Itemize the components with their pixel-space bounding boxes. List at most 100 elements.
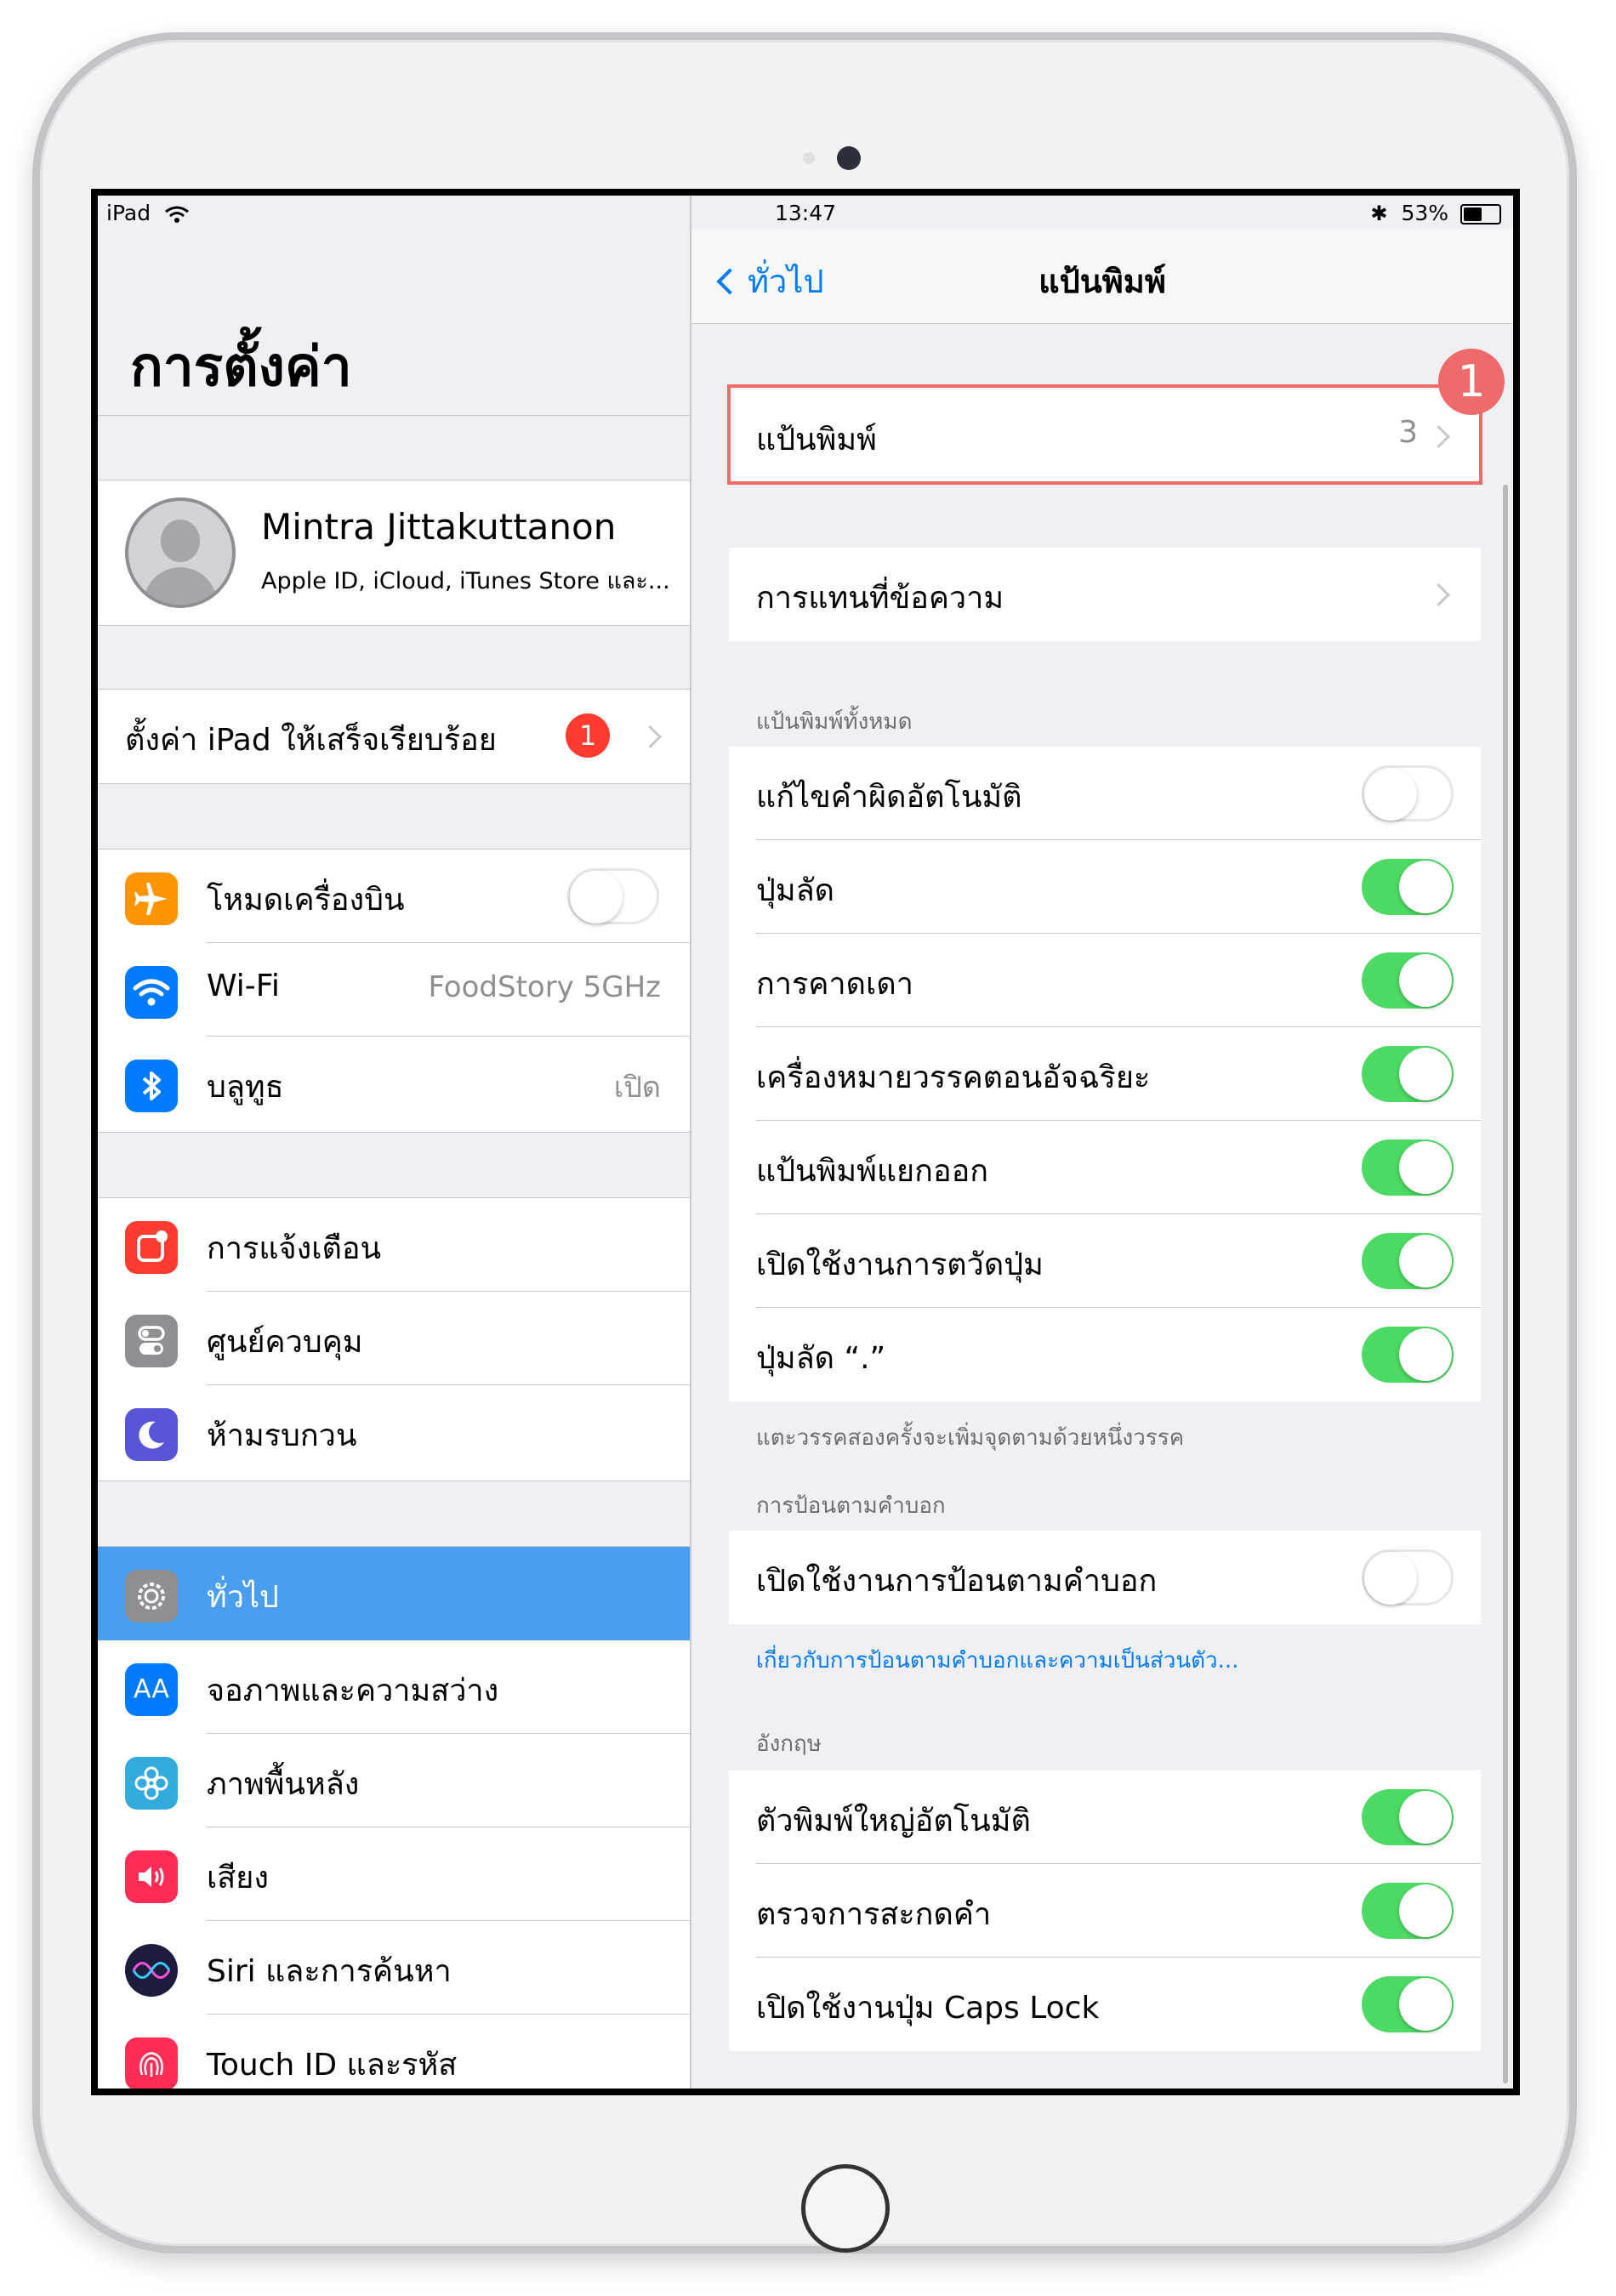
english-group: ตัวพิมพ์ใหญ่อัตโนมัติ ตรวจการสะกดคำ เปิด… bbox=[729, 1770, 1481, 2051]
sidebar-item-label: Siri และการค้นหา bbox=[207, 1954, 452, 1989]
sidebar-item-label: Touch ID และรหัส bbox=[207, 2048, 458, 2083]
sidebar-item-label: จอภาพและความสว่าง bbox=[207, 1674, 499, 1708]
profile-name: Mintra Jittakuttanon bbox=[261, 506, 617, 548]
sidebar-item-notifications[interactable]: การแจ้งเตือน bbox=[98, 1198, 690, 1292]
settings-sidebar: การตั้งค่า Mintra Jittakuttanon Apple ID… bbox=[98, 196, 690, 2089]
sidebar-item-label: Wi-Fi bbox=[207, 969, 280, 1003]
sidebar-item-control-center[interactable]: ศูนย์ควบคุม bbox=[98, 1292, 690, 1385]
sidebar-item-label: ภาพพื้นหลัง bbox=[207, 1767, 360, 1802]
front-camera bbox=[837, 146, 861, 170]
auto-correction-toggle[interactable] bbox=[1362, 765, 1454, 821]
period-shortcut-row: ปุ่มลัด “.” bbox=[729, 1308, 1481, 1401]
status-time: 13:47 bbox=[774, 201, 837, 225]
split-keyboard-row: แป้นพิมพ์แยกออก bbox=[729, 1121, 1481, 1214]
auto-capitalization-toggle[interactable] bbox=[1362, 1789, 1454, 1845]
setting-label: แป้นพิมพ์แยกออก bbox=[756, 1154, 988, 1189]
auto-capitalization-row: ตัวพิมพ์ใหญ่อัตโนมัติ bbox=[729, 1770, 1481, 1864]
check-spelling-toggle[interactable] bbox=[1362, 1883, 1454, 1939]
setting-label: ตรวจการสะกดคำ bbox=[756, 1897, 992, 1932]
moon-icon bbox=[125, 1408, 178, 1461]
home-button[interactable] bbox=[801, 2164, 890, 2253]
profile-row[interactable]: Mintra Jittakuttanon Apple ID, iCloud, i… bbox=[98, 480, 690, 626]
sidebar-item-general[interactable]: ทั่วไป bbox=[98, 1547, 690, 1640]
status-right: ✱ 53% bbox=[1370, 201, 1501, 225]
bluetooth-icon bbox=[125, 1060, 178, 1112]
airplane-mode-toggle[interactable] bbox=[567, 868, 659, 924]
screen: การตั้งค่า Mintra Jittakuttanon Apple ID… bbox=[91, 189, 1520, 2095]
fingerprint-icon bbox=[125, 2037, 178, 2089]
predictive-toggle[interactable] bbox=[1362, 952, 1454, 1009]
shortcuts-toggle[interactable] bbox=[1362, 859, 1454, 915]
sidebar-item-label: เสียง bbox=[207, 1861, 269, 1895]
battery-level-fill bbox=[1464, 207, 1482, 221]
shortcuts-row: ปุ่มลัด bbox=[729, 840, 1481, 934]
smart-punctuation-row: เครื่องหมายวรรคตอนอัจฉริยะ bbox=[729, 1027, 1481, 1121]
general-group: ทั่วไป AA จอภาพและความสว่าง ภาพพื้นหลัง bbox=[98, 1546, 690, 2089]
all-keyboards-header: แป้นพิมพ์ทั้งหมด bbox=[756, 709, 913, 735]
avatar bbox=[125, 497, 236, 608]
sidebar-item-wallpaper[interactable]: ภาพพื้นหลัง bbox=[98, 1734, 690, 1827]
period-shortcut-toggle[interactable] bbox=[1362, 1327, 1454, 1383]
setting-label: ปุ่มลัด bbox=[756, 873, 835, 908]
caps-lock-toggle[interactable] bbox=[1362, 1976, 1454, 2032]
sidebar-item-sounds[interactable]: เสียง bbox=[98, 1827, 690, 1921]
split-keyboard-toggle[interactable] bbox=[1362, 1139, 1454, 1196]
navigation-bar: ทั่วไป แป้นพิมพ์ bbox=[691, 230, 1513, 324]
sidebar-item-siri[interactable]: Siri และการค้นหา bbox=[98, 1921, 690, 2015]
key-flicks-row: เปิดใช้งานการตวัดปุ่ม bbox=[729, 1214, 1481, 1308]
control-center-icon bbox=[125, 1315, 178, 1367]
setup-label: ตั้งค่า iPad ให้เสร็จเรียบร้อย bbox=[125, 723, 497, 758]
profile-subtitle: Apple ID, iCloud, iTunes Store และ... bbox=[261, 568, 670, 594]
display-icon: AA bbox=[125, 1663, 178, 1716]
setting-label: แก้ไขคำผิดอัตโนมัติ bbox=[756, 780, 1022, 815]
predictive-row: การคาดเดา bbox=[729, 934, 1481, 1027]
key-flicks-toggle[interactable] bbox=[1362, 1233, 1454, 1289]
enable-dictation-toggle[interactable] bbox=[1362, 1549, 1454, 1605]
keyboard-settings-pane: ทั่วไป แป้นพิมพ์ แป้นพิมพ์ 3 1 การแทนที่… bbox=[691, 196, 1513, 2089]
check-spelling-row: ตรวจการสะกดคำ bbox=[729, 1864, 1481, 1958]
connectivity-group: โหมดเครื่องบิน Wi-Fi FoodStory 5GHz บลูท… bbox=[98, 849, 690, 1133]
setting-label: การคาดเดา bbox=[756, 967, 913, 1002]
setting-label: เครื่องหมายวรรคตอนอัจฉริยะ bbox=[756, 1060, 1151, 1095]
setup-badge: 1 bbox=[566, 713, 610, 758]
page-title: แป้นพิมพ์ bbox=[1038, 263, 1166, 300]
sidebar-item-touch-id[interactable]: Touch ID และรหัส bbox=[98, 2015, 690, 2089]
title-divider bbox=[98, 415, 690, 416]
text-replacement-row[interactable]: การแทนที่ข้อความ bbox=[729, 548, 1481, 641]
bluetooth-status-icon: ✱ bbox=[1370, 202, 1388, 225]
airplane-icon bbox=[125, 872, 178, 925]
sidebar-item-label: ศูนย์ควบคุม bbox=[207, 1325, 363, 1360]
setting-label: เปิดใช้งานปุ่ม Caps Lock bbox=[756, 1991, 1100, 2026]
siri-icon bbox=[125, 1944, 178, 1997]
sidebar-item-do-not-disturb[interactable]: ห้ามรบกวน bbox=[98, 1385, 690, 1479]
setting-label: เปิดใช้งานการป้อนตามคำบอก bbox=[756, 1564, 1158, 1599]
sidebar-item-label: โหมดเครื่องบิน bbox=[207, 883, 405, 918]
setting-label: ปุ่มลัด “.” bbox=[756, 1341, 886, 1376]
all-keyboards-group: แก้ไขคำผิดอัตโนมัติ ปุ่มลัด การคาดเดา เค… bbox=[729, 747, 1481, 1401]
enable-dictation-row: เปิดใช้งานการป้อนตามคำบอก bbox=[729, 1531, 1481, 1624]
sidebar-item-label: ทั่วไป bbox=[207, 1580, 279, 1615]
callout-badge: 1 bbox=[1438, 349, 1505, 415]
settings-app: การตั้งค่า Mintra Jittakuttanon Apple ID… bbox=[98, 196, 1513, 2089]
setting-label: เปิดใช้งานการตวัดปุ่ม bbox=[756, 1247, 1044, 1282]
wifi-icon bbox=[125, 966, 178, 1019]
scrollbar[interactable] bbox=[1503, 485, 1508, 2083]
sidebar-item-display[interactable]: AA จอภาพและความสว่าง bbox=[98, 1640, 690, 1734]
dictation-privacy-link[interactable]: เกี่ยวกับการป้อนตามคำบอกและความเป็นส่วนต… bbox=[756, 1643, 1238, 1678]
sidebar-item-wifi[interactable]: Wi-Fi FoodStory 5GHz bbox=[98, 943, 690, 1037]
setup-row[interactable]: ตั้งค่า iPad ให้เสร็จเรียบร้อย 1 bbox=[98, 689, 690, 784]
setting-label: ตัวพิมพ์ใหญ่อัตโนมัติ bbox=[756, 1804, 1031, 1839]
sound-icon bbox=[125, 1850, 178, 1903]
sensor-dot bbox=[803, 152, 815, 164]
smart-punctuation-toggle[interactable] bbox=[1362, 1046, 1454, 1102]
bluetooth-status-value: เปิด bbox=[613, 1071, 661, 1105]
sidebar-item-airplane[interactable]: โหมดเครื่องบิน bbox=[98, 850, 690, 943]
dictation-group: เปิดใช้งานการป้อนตามคำบอก bbox=[729, 1531, 1481, 1624]
sidebar-item-bluetooth[interactable]: บลูทูธ เปิด bbox=[98, 1037, 690, 1130]
sidebar-item-label: ห้ามรบกวน bbox=[207, 1418, 357, 1453]
sidebar-item-label: บลูทูธ bbox=[207, 1070, 284, 1105]
status-bar: iPad 13:47 ✱ 53% bbox=[98, 196, 1513, 230]
chevron-right-icon bbox=[639, 725, 662, 748]
notifications-icon bbox=[125, 1221, 178, 1274]
chevron-right-icon bbox=[1427, 583, 1450, 606]
